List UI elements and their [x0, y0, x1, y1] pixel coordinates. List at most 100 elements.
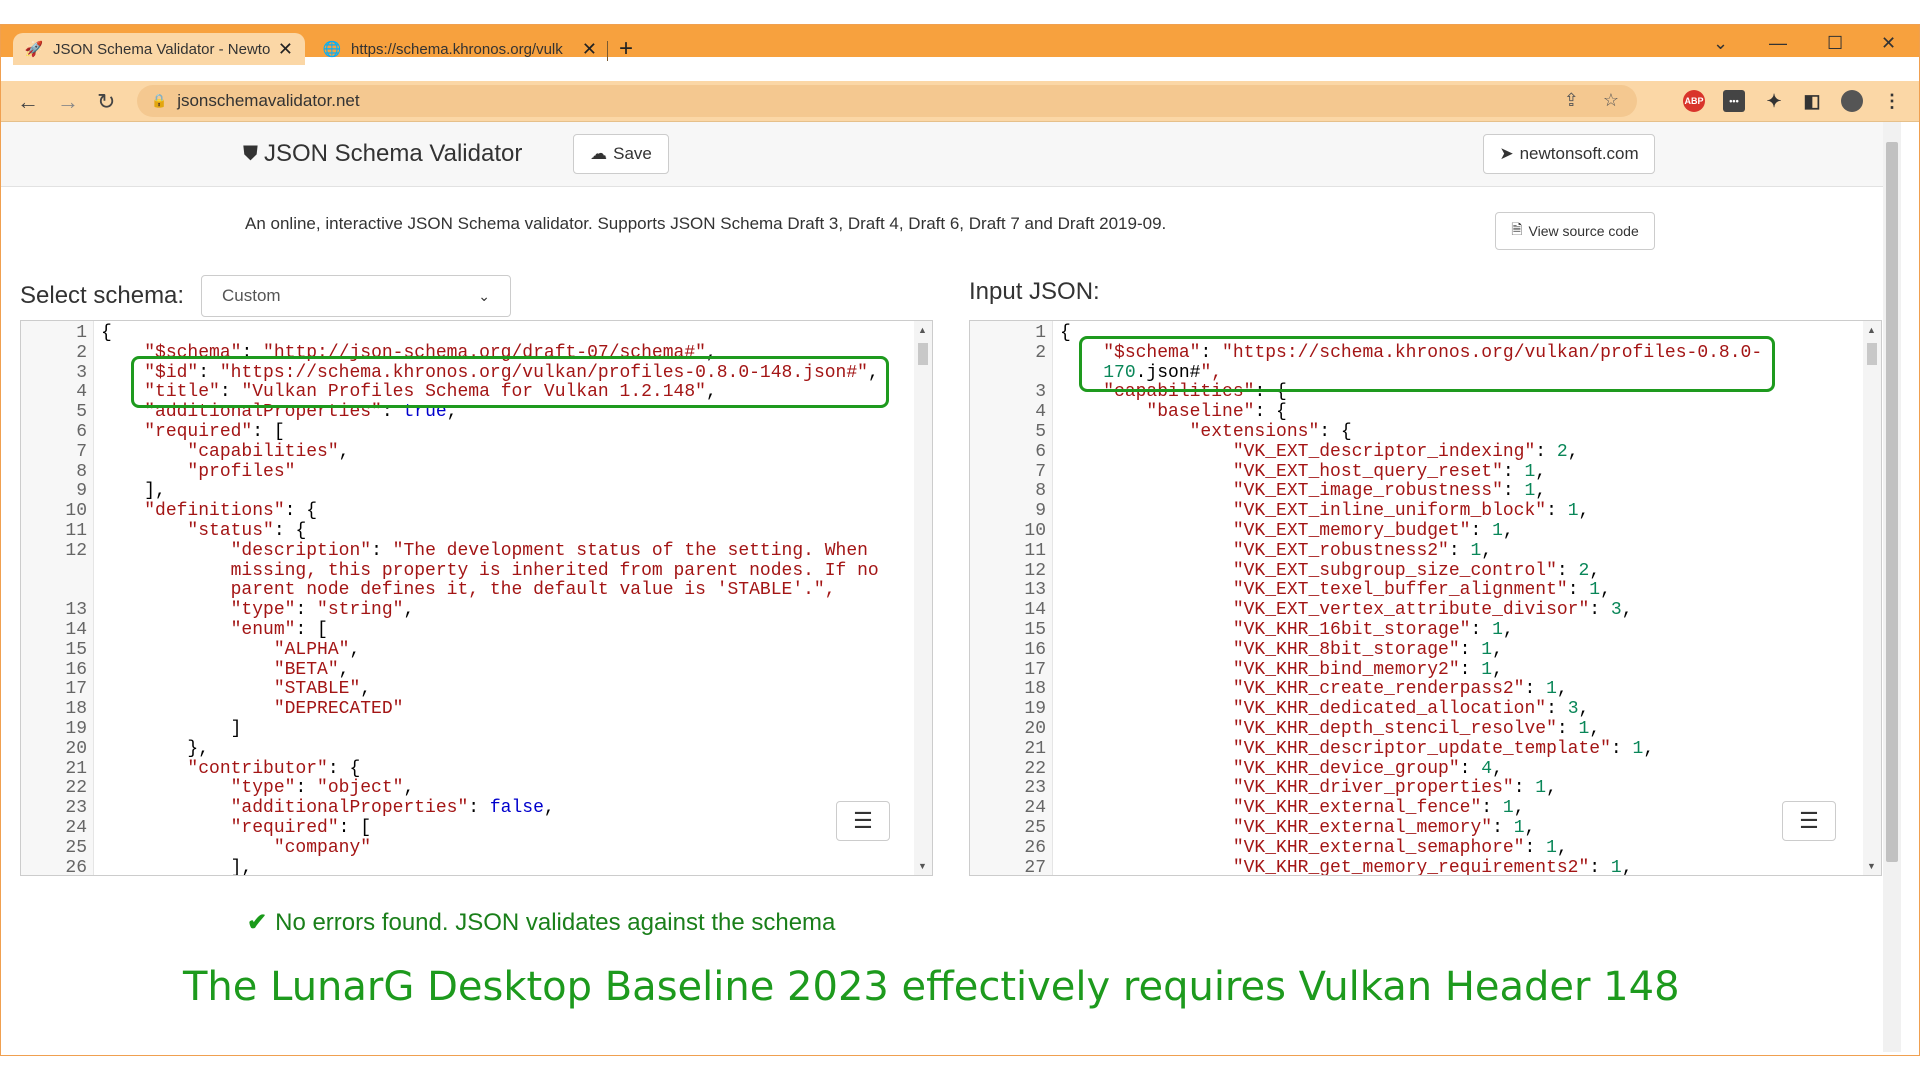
schema-code-line: "status": { — [187, 520, 307, 541]
maximize-button[interactable]: ☐ — [1827, 33, 1843, 54]
tab-json-schema-validator[interactable]: 🚀 JSON Schema Validator - Newtor ✕ — [13, 33, 305, 65]
line-number: 13 — [65, 600, 87, 621]
line-number: 4 — [1035, 402, 1046, 423]
save-button[interactable]: ☁ Save — [573, 134, 669, 174]
input-code-line: "VK_EXT_robustness2": 1, — [1232, 540, 1493, 561]
scroll-up-arrow-icon[interactable]: ▲ — [1867, 325, 1876, 335]
bookmark-star-icon[interactable]: ☆ — [1603, 90, 1619, 111]
format-indent-button[interactable]: ☰ — [1782, 801, 1836, 841]
back-arrow-icon[interactable]: ← — [17, 89, 39, 115]
forward-arrow-icon[interactable]: → — [57, 89, 79, 115]
line-number: 26 — [65, 857, 87, 876]
schema-code-line: "description": "The development status o… — [230, 540, 868, 561]
input-code-line: "VK_KHR_get_memory_requirements2": 1, — [1232, 857, 1633, 876]
input-code-line: "VK_EXT_descriptor_indexing": 2, — [1232, 441, 1579, 462]
line-number — [1024, 364, 1046, 384]
schema-code-line: "type": "string", — [230, 600, 415, 621]
close-tab-icon[interactable]: ✕ — [582, 39, 597, 60]
line-number: 6 — [1035, 441, 1046, 462]
line-number: 24 — [65, 817, 87, 838]
password-extension-icon[interactable]: ••• — [1723, 90, 1745, 112]
share-icon[interactable]: ⇪ — [1564, 90, 1579, 111]
schema-code-line: "ALPHA", — [273, 639, 361, 660]
schema-code-line: { — [101, 323, 112, 343]
scroll-down-arrow-icon[interactable]: ▼ — [1867, 861, 1876, 871]
line-number: 25 — [65, 837, 87, 858]
input-json-editor[interactable]: 12 3 4 5 6 7 8 9 10 11 12 13 14 15 16 17 18 19 20 21 22 23 24… — [969, 320, 1882, 876]
browser-toolbar: ← → ↻ 🔒 jsonschemavalidator.net ⇪ ☆ ABP … — [1, 81, 1919, 122]
line-number: 1 — [76, 323, 87, 343]
schema-code-line: "contributor": { — [187, 758, 361, 779]
scrollbar-thumb[interactable] — [1867, 343, 1877, 365]
line-number: 12 — [1024, 560, 1046, 581]
page-scrollbar-thumb[interactable] — [1886, 142, 1898, 862]
globe-icon: 🌐 — [322, 41, 342, 58]
newtonsoft-link-button[interactable]: ➤ newtonsoft.com — [1483, 134, 1655, 174]
line-number: 18 — [1024, 679, 1046, 700]
browser-titlebar: 🚀 JSON Schema Validator - Newtor ✕ 🌐 htt… — [1, 25, 1919, 65]
line-number: 17 — [1024, 659, 1046, 680]
site-brand[interactable]: ⛊ JSON Schema Validator — [243, 140, 522, 168]
check-icon: ✔ — [247, 909, 268, 936]
input-code-line: "VK_KHR_external_semaphore": 1, — [1232, 837, 1568, 858]
page-scrollbar[interactable] — [1883, 122, 1901, 1052]
input-code-line: "VK_KHR_driver_properties": 1, — [1232, 778, 1557, 799]
side-panel-icon[interactable]: ◧ — [1801, 90, 1823, 112]
line-number: 7 — [1035, 461, 1046, 482]
schema-code-line: "company" — [273, 837, 372, 858]
reload-icon[interactable]: ↻ — [97, 89, 115, 115]
schema-editor-scrollbar[interactable]: ▲ ▼ — [914, 321, 932, 875]
rocket-icon: ➤ — [1499, 144, 1514, 163]
schema-code-line: missing, this property is inherited from… — [101, 560, 879, 581]
schema-code-line: "required": [ — [230, 817, 372, 838]
input-code-line: "VK_KHR_device_group": 4, — [1232, 758, 1503, 779]
menu-kebab-icon[interactable]: ⋮ — [1881, 90, 1903, 112]
scrollbar-thumb[interactable] — [918, 343, 928, 365]
address-bar[interactable]: 🔒 jsonschemavalidator.net ⇪ ☆ — [137, 85, 1637, 117]
schema-code-line: }, — [101, 738, 210, 759]
new-tab-button[interactable]: + — [619, 35, 633, 63]
profile-avatar[interactable] — [1841, 90, 1863, 112]
tab-search-chevron-icon[interactable]: ⌄ — [1713, 33, 1728, 54]
input-code-line: "VK_KHR_bind_memory2": 1, — [1232, 659, 1503, 680]
line-number: 5 — [76, 402, 87, 423]
line-number: 23 — [1024, 778, 1046, 799]
input-editor-scrollbar[interactable]: ▲ ▼ — [1863, 321, 1881, 875]
input-code-line: "VK_KHR_dedicated_allocation": 3, — [1232, 699, 1590, 720]
line-number: 3 — [76, 362, 87, 383]
line-number — [65, 581, 87, 601]
line-number: 21 — [65, 758, 87, 779]
line-number: 18 — [65, 699, 87, 720]
line-number: 6 — [76, 421, 87, 442]
scroll-up-arrow-icon[interactable]: ▲ — [918, 325, 927, 335]
schema-code-line: ], — [101, 857, 253, 876]
input-code-line: "extensions": { — [1189, 421, 1352, 442]
line-number — [65, 562, 87, 582]
close-window-button[interactable]: ✕ — [1881, 33, 1896, 54]
schema-code-line: "enum": [ — [230, 619, 328, 640]
format-indent-button[interactable]: ☰ — [836, 801, 890, 841]
line-number: 3 — [1035, 382, 1046, 403]
input-code-line: "VK_KHR_external_memory": 1, — [1232, 817, 1536, 838]
schema-select[interactable]: Custom ⌄ — [201, 275, 511, 317]
schema-code-line: "required": [ — [144, 421, 285, 442]
line-number: 15 — [1024, 619, 1046, 640]
close-tab-icon[interactable]: ✕ — [278, 39, 293, 60]
tab-separator — [607, 41, 608, 61]
input-code[interactable]: { "$schema": "https://schema.khronos.org… — [1060, 323, 1762, 876]
view-source-button[interactable]: 🗎 View source code — [1495, 212, 1655, 250]
extensions-puzzle-icon[interactable]: ✦ — [1763, 90, 1785, 112]
minimize-button[interactable]: — — [1769, 33, 1787, 54]
line-number: 19 — [1024, 699, 1046, 720]
intro-description: An online, interactive JSON Schema valid… — [245, 214, 1167, 233]
line-number: 4 — [76, 382, 87, 403]
line-number: 20 — [1024, 718, 1046, 739]
adblock-extension-icon[interactable]: ABP — [1683, 90, 1705, 112]
line-number: 2 — [76, 342, 87, 363]
tab-khronos-schema[interactable]: 🌐 https://schema.khronos.org/vulk ✕ — [313, 33, 607, 65]
scroll-down-arrow-icon[interactable]: ▼ — [918, 861, 927, 871]
input-code-line: "VK_KHR_create_renderpass2": 1, — [1232, 679, 1568, 700]
line-number: 13 — [1024, 580, 1046, 601]
input-code-line: "VK_EXT_image_robustness": 1, — [1232, 481, 1547, 502]
line-number: 25 — [1024, 817, 1046, 838]
